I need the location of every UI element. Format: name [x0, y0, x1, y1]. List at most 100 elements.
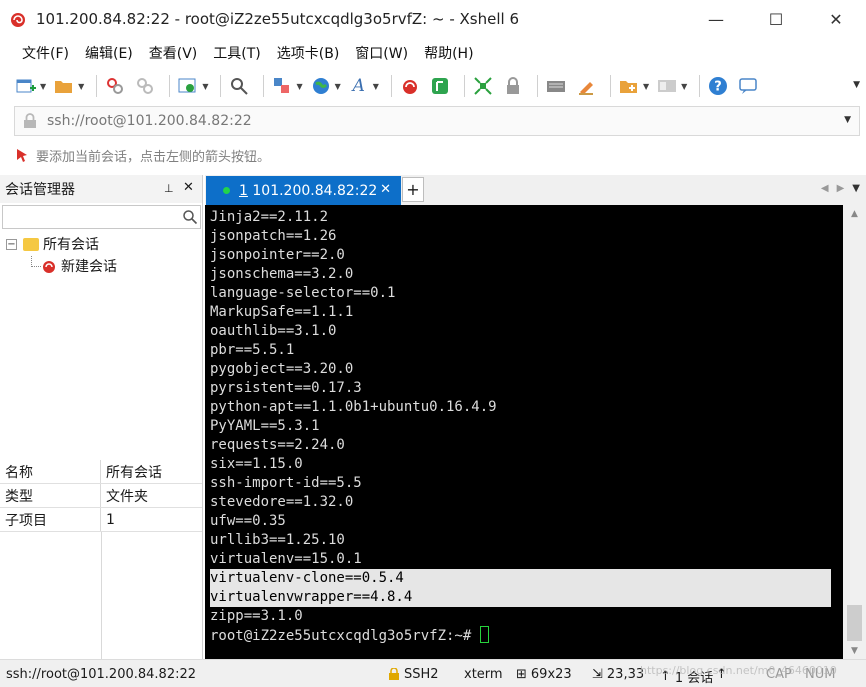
- chat-icon[interactable]: [736, 74, 760, 98]
- bookmark-arrow-icon[interactable]: [14, 147, 30, 163]
- tab-prev-icon[interactable]: ◀: [821, 183, 829, 194]
- toolbar-divider: [220, 75, 222, 97]
- address-dropdown-icon[interactable]: ▼: [844, 115, 851, 125]
- close-window-button[interactable]: ✕: [806, 0, 866, 38]
- tree-item-new-session[interactable]: 新建会话: [0, 255, 202, 277]
- menu-tools[interactable]: 工具(T): [205, 43, 268, 63]
- terminal-cursor: [479, 626, 489, 643]
- menu-help[interactable]: 帮助(H): [416, 43, 481, 63]
- xshell-icon[interactable]: [398, 74, 422, 98]
- tree-item-all-sessions[interactable]: − 所有会话: [0, 233, 202, 255]
- highlight-icon[interactable]: [574, 74, 598, 98]
- new-tab-dropdown-icon[interactable]: ▼: [643, 82, 649, 91]
- session-icon: [41, 258, 57, 274]
- search-icon[interactable]: [182, 209, 198, 225]
- collapse-icon[interactable]: −: [6, 238, 17, 250]
- menu-edit[interactable]: 编辑(E): [77, 43, 141, 63]
- menu-tabs[interactable]: 选项卡(B): [269, 43, 348, 63]
- transfer-dropdown-icon[interactable]: ▼: [296, 82, 302, 91]
- scroll-down-icon[interactable]: ▼: [843, 642, 866, 659]
- pin-icon[interactable]: ⊥: [164, 182, 174, 195]
- cursor-position-icon: ⇲: [592, 667, 603, 682]
- open-dropdown-icon[interactable]: ▼: [78, 82, 84, 91]
- transfer-icon[interactable]: [270, 74, 294, 98]
- terminal-prompt-line[interactable]: root@iZ2ze55utcxcqdlg3o5rvfZ:~#: [210, 626, 831, 645]
- toolbar-divider: [699, 75, 701, 97]
- property-row: 名称 所有会话: [0, 460, 202, 484]
- property-value: 文件夹: [106, 488, 148, 505]
- protocol-label: SSH2: [404, 667, 439, 682]
- globe-dropdown-icon[interactable]: ▼: [335, 82, 341, 91]
- minimize-button[interactable]: —: [686, 0, 746, 38]
- session-search-input[interactable]: [2, 205, 201, 229]
- menu-bar: 文件(F) 编辑(E) 查看(V) 工具(T) 选项卡(B) 窗口(W) 帮助(…: [0, 38, 866, 68]
- disconnect-icon[interactable]: [133, 74, 157, 98]
- status-size: ⊞ 69x23: [516, 667, 572, 682]
- keyboard-icon[interactable]: [544, 74, 568, 98]
- folder-icon: [23, 237, 39, 251]
- tab-title: 101.200.84.82:22: [252, 182, 378, 199]
- tab-list-icon[interactable]: ▼: [852, 183, 860, 194]
- property-row: 类型 文件夹: [0, 484, 202, 508]
- menu-view[interactable]: 查看(V): [141, 43, 206, 63]
- terminal-scrollbar[interactable]: ▲ ▼: [843, 205, 866, 659]
- add-tab-button[interactable]: +: [402, 177, 424, 202]
- close-tab-icon[interactable]: ✕: [380, 182, 391, 197]
- session-manager-title: 会话管理器: [5, 182, 75, 198]
- help-icon[interactable]: ?: [706, 74, 730, 98]
- terminal-output[interactable]: Jinja2==2.11.2 jsonpatch==1.26 jsonpointer…: [210, 208, 831, 645]
- find-icon[interactable]: [227, 74, 251, 98]
- terminal-line: ufw==0.35: [210, 513, 286, 529]
- terminal-line: pyrsistent==0.17.3: [210, 380, 362, 396]
- terminal-line: pygobject==3.20.0: [210, 361, 354, 377]
- tab-label: 1 101.200.84.82:22: [239, 183, 377, 199]
- layout-dropdown-icon[interactable]: ▼: [681, 82, 687, 91]
- terminal-view[interactable]: Jinja2==2.11.2 jsonpatch==1.26 jsonpointer…: [205, 205, 843, 659]
- address-bar[interactable]: ssh://root@101.200.84.82:22 ▼: [14, 106, 860, 136]
- toolbar-divider: [169, 75, 171, 97]
- properties-icon[interactable]: [176, 74, 200, 98]
- new-session-dropdown-icon[interactable]: ▼: [40, 82, 46, 91]
- terminal-line: stevedore==1.32.0: [210, 494, 354, 510]
- menu-window[interactable]: 窗口(W): [347, 43, 416, 63]
- terminal-line: urllib3==1.25.10: [210, 532, 345, 548]
- tree-item-label: 新建会话: [61, 259, 117, 275]
- scrollbar-thumb[interactable]: [847, 605, 862, 641]
- xftp-icon[interactable]: [428, 74, 452, 98]
- properties-dropdown-icon[interactable]: ▼: [202, 82, 208, 91]
- status-protocol: SSH2: [388, 667, 439, 682]
- property-key: 类型: [0, 484, 101, 507]
- terminal-line: six==1.15.0: [210, 456, 303, 472]
- properties-empty-area: [0, 532, 202, 659]
- font-icon[interactable]: A: [347, 74, 371, 98]
- property-column-divider: [101, 532, 102, 659]
- maximize-button[interactable]: ☐: [746, 0, 806, 38]
- connected-status-icon: [223, 187, 230, 194]
- property-key: 名称: [0, 460, 101, 483]
- window-title: 101.200.84.82:22 - root@iZ2ze55utcxcqdlg…: [36, 10, 519, 28]
- new-tab-icon[interactable]: [617, 74, 641, 98]
- tree-connector: [31, 255, 41, 267]
- tab-strip: 1 101.200.84.82:22 ✕ + ◀ ▶ ▼: [205, 175, 866, 205]
- terminal-line: jsonpointer==2.0: [210, 247, 345, 263]
- font-dropdown-icon[interactable]: ▼: [373, 82, 379, 91]
- title-bar: 101.200.84.82:22 - root@iZ2ze55utcxcqdlg…: [0, 0, 866, 38]
- tab-next-icon[interactable]: ▶: [837, 183, 845, 194]
- new-session-icon[interactable]: [14, 74, 38, 98]
- menu-file[interactable]: 文件(F): [14, 43, 77, 63]
- tab-session[interactable]: 1 101.200.84.82:22 ✕: [206, 176, 401, 205]
- scroll-up-icon[interactable]: ▲: [843, 205, 866, 222]
- address-input[interactable]: ssh://root@101.200.84.82:22: [47, 113, 252, 129]
- open-folder-icon[interactable]: [52, 74, 76, 98]
- lock-icon[interactable]: [501, 74, 525, 98]
- close-panel-icon[interactable]: ✕: [183, 180, 194, 195]
- layout-icon[interactable]: [655, 74, 679, 98]
- hint-text: 要添加当前会话，点击左侧的箭头按钮。: [36, 149, 271, 165]
- globe-icon[interactable]: [309, 74, 333, 98]
- toolbar: ▼ ▼ ▼ ▼ ▼ A ▼ ▼ ▼ ? ▼: [0, 68, 866, 104]
- property-value: 所有会话: [106, 464, 162, 481]
- toolbar-divider: [463, 75, 465, 97]
- reconnect-icon[interactable]: [103, 74, 127, 98]
- fullscreen-icon[interactable]: [471, 74, 495, 98]
- toolbar-overflow-icon[interactable]: ▼: [853, 80, 860, 90]
